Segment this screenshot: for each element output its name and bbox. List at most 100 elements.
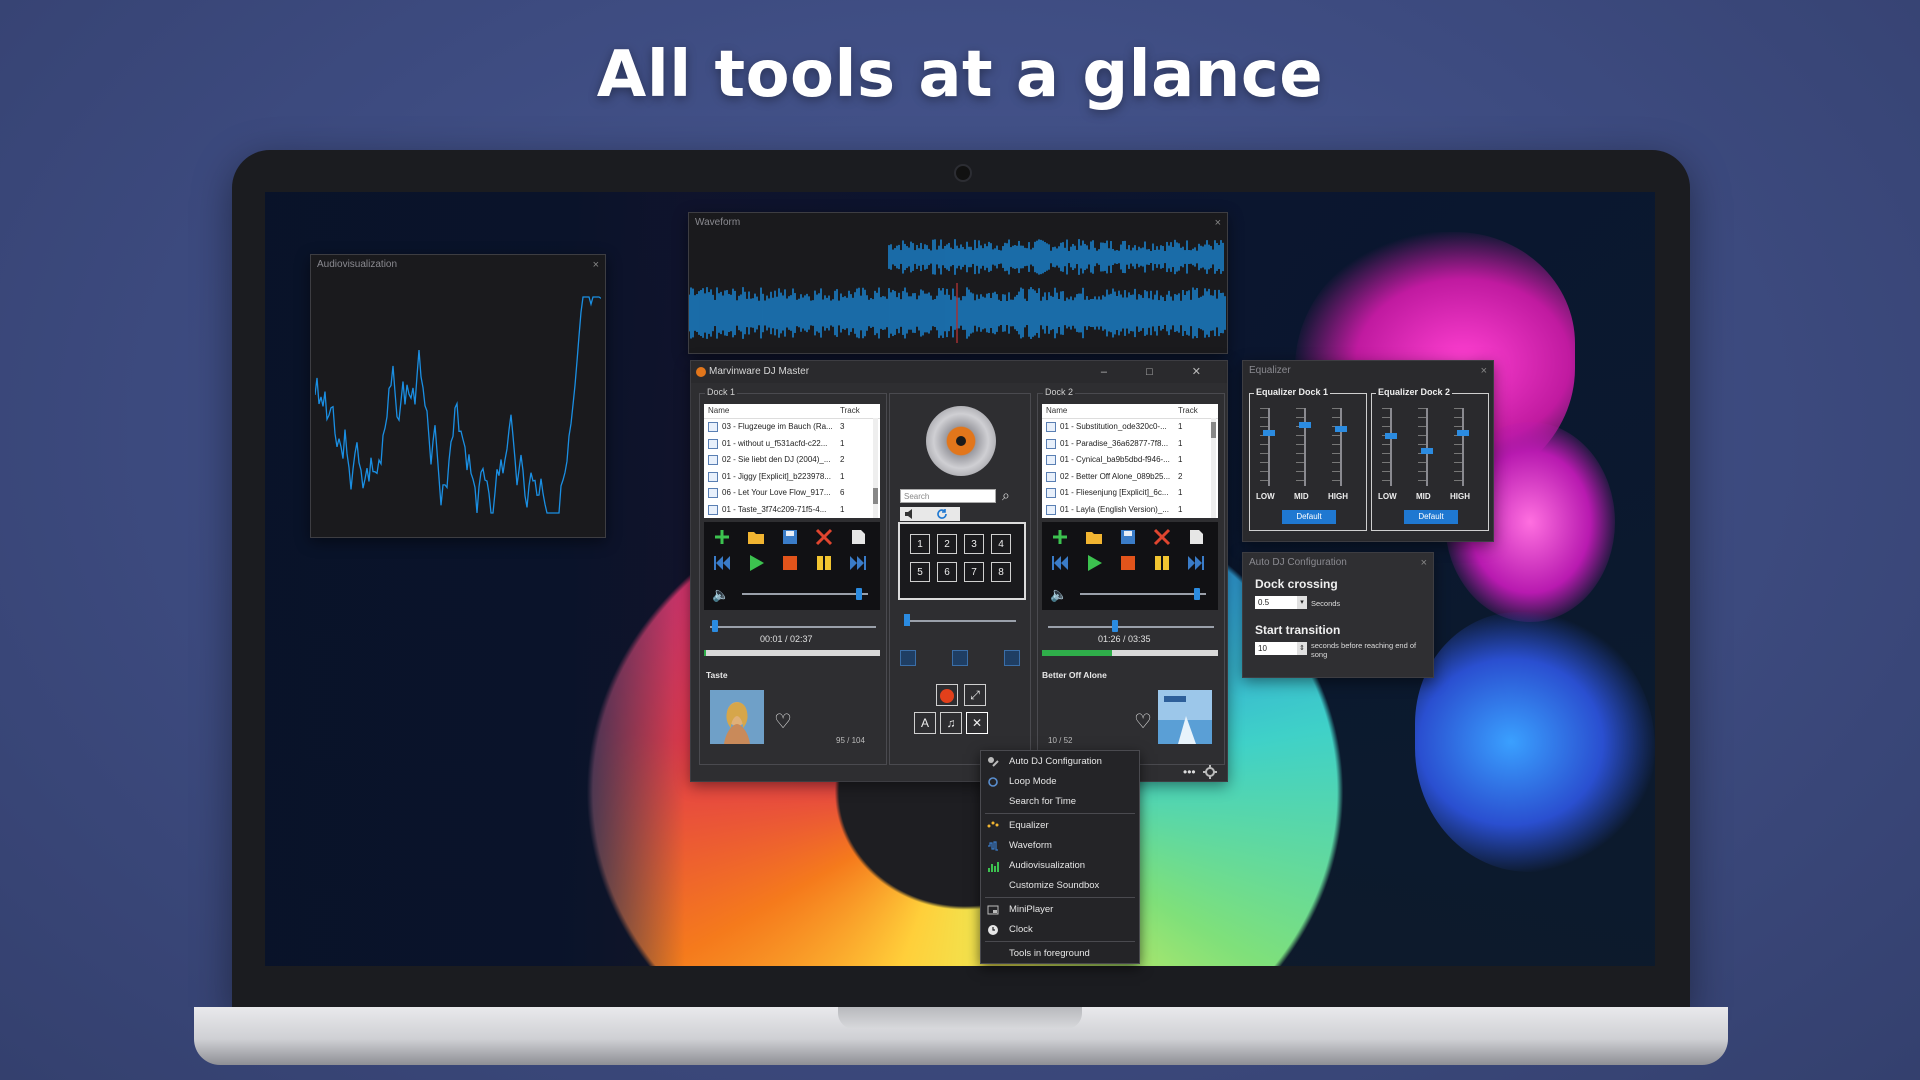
column-track[interactable]: Track [840,404,860,418]
waveform-window[interactable]: Waveform × [688,212,1228,354]
stop-icon[interactable] [780,554,800,572]
volume-slider-knob[interactable] [856,588,862,600]
speaker-icon[interactable]: 🔈 [1050,586,1070,602]
favorite-heart-icon[interactable]: ♡ [1134,712,1152,732]
soundbox-pad[interactable]: 1 [910,534,930,554]
soundbox-pad[interactable]: 3 [964,534,984,554]
refresh-icon[interactable] [936,508,948,520]
previous-icon[interactable] [712,554,732,572]
text-tool-icon[interactable]: A [914,712,936,734]
menu-item-auto-dj[interactable]: Auto DJ Configuration [981,753,1139,771]
volume-slider[interactable] [1080,593,1206,595]
main-title-bar[interactable]: Marvinware DJ Master – □ ✕ [691,361,1227,383]
soundbox-pad[interactable]: 6 [937,562,957,582]
start-transition-input[interactable]: 10 [1255,642,1297,655]
play-icon[interactable] [746,554,766,572]
track-list[interactable]: Name Track 03 - Flugzeuge im Bauch (Ra..… [704,404,880,518]
arrow-right-icon[interactable] [1004,650,1020,666]
menu-item-audiovisualization[interactable]: Audiovisualization [981,857,1139,875]
menu-item-miniplayer[interactable]: MiniPlayer [981,901,1139,919]
next-icon[interactable] [1186,554,1206,572]
table-row[interactable]: 01 - Taste_3f74c209-71f5-4... 1 [704,502,880,519]
soundbox-pad[interactable]: 4 [991,534,1011,554]
menu-item-customize-soundbox[interactable]: Customize Soundbox [981,877,1139,895]
track-list[interactable]: Name Track 01 - Substitution_ode320c0-..… [1042,404,1218,518]
column-track[interactable]: Track [1178,404,1198,418]
save-icon[interactable] [780,528,800,546]
tools-icon[interactable]: ✕ [966,712,988,734]
add-icon[interactable] [712,528,732,546]
play-icon[interactable] [1084,554,1104,572]
table-row[interactable]: 01 - Paradise_36a62877-7f8... 1 [1042,436,1218,453]
eq-knob-mid[interactable] [1421,447,1433,454]
previous-icon[interactable] [1050,554,1070,572]
table-row[interactable]: 01 - Substitution_ode320c0-... 1 [1042,419,1218,436]
column-name[interactable]: Name [708,404,729,418]
position-slider[interactable] [1048,626,1214,628]
table-row[interactable]: 01 - without u_f531acfd-c22... 1 [704,436,880,453]
pause-icon[interactable] [1152,554,1172,572]
position-slider[interactable] [710,626,876,628]
delete-icon[interactable] [814,528,834,546]
menu-item-equalizer[interactable]: Equalizer [981,817,1139,835]
eq-slider-low[interactable] [1268,408,1270,486]
arrow-left-icon[interactable] [900,650,916,666]
position-slider-knob[interactable] [711,620,718,632]
next-icon[interactable] [848,554,868,572]
audiovisualization-window[interactable]: Audiovisualization × [310,254,606,538]
search-icon[interactable]: ⌕ [1002,487,1010,504]
menu-item-clock[interactable]: Clock [981,921,1139,939]
save-icon[interactable] [1118,528,1138,546]
stop-icon[interactable] [1118,554,1138,572]
eq-slider-mid[interactable] [1304,408,1306,486]
menu-item-search-for-time[interactable]: Search for Time [981,793,1139,811]
soundbox-pad[interactable]: 7 [964,562,984,582]
eq-slider-low[interactable] [1390,408,1392,486]
eq-knob-low[interactable] [1385,433,1397,440]
close-icon[interactable]: × [1481,361,1487,381]
table-row[interactable]: 02 - Sie liebt den DJ (2004)_... 2 [704,452,880,469]
crossfader-slider[interactable] [904,620,1016,622]
table-row[interactable]: 02 - Better Off Alone_089b25... 2 [1042,469,1218,486]
folder-icon[interactable] [1084,528,1104,546]
column-name[interactable]: Name [1046,404,1067,418]
more-icon[interactable]: ••• [1183,765,1196,779]
spinner-icon[interactable]: ⇕ [1297,642,1307,655]
soundbox-tabs[interactable] [900,507,960,521]
pause-icon[interactable] [814,554,834,572]
table-row[interactable]: 01 - Layla (English Version)_... 1 [1042,502,1218,519]
auto-dj-config-window[interactable]: Auto DJ Configuration × Dock crossing 0.… [1242,552,1434,678]
fullscreen-icon[interactable]: ⤢ [964,684,986,706]
gear-icon[interactable] [1203,765,1217,779]
eq-slider-high[interactable] [1340,408,1342,486]
table-row[interactable]: 01 - Jiggy [Explicit]_b223978... 1 [704,469,880,486]
default-button[interactable]: Default [1404,510,1458,524]
table-row[interactable]: 06 - Let Your Love Flow_917... 6 [704,485,880,502]
position-slider-knob[interactable] [1112,620,1118,632]
scrollbar-thumb[interactable] [1211,422,1216,438]
volume-slider-knob[interactable] [1194,588,1200,600]
speaker-icon[interactable] [904,508,918,520]
eq-knob-low[interactable] [1263,429,1275,436]
add-icon[interactable] [1050,528,1070,546]
menu-item-tools-in-foreground[interactable]: Tools in foreground [981,945,1139,963]
menu-item-waveform[interactable]: Waveform [981,837,1139,855]
table-row[interactable]: 01 - Fliesenjung [Explicit]_6c... 1 [1042,485,1218,502]
close-icon[interactable]: × [1421,553,1427,573]
clear-list-icon[interactable] [848,528,868,546]
crossfader-knob[interactable] [904,614,910,626]
eq-knob-mid[interactable] [1299,422,1311,429]
scrollbar[interactable] [873,418,878,518]
table-row[interactable]: 01 - Cynical_ba9b5dbd-f946-... 1 [1042,452,1218,469]
eq-knob-high[interactable] [1335,426,1347,432]
eq-knob-high[interactable] [1457,429,1469,436]
search-input[interactable]: Search [900,489,996,503]
record-icon[interactable] [936,684,958,706]
window-controls[interactable]: – □ ✕ [1101,361,1219,383]
delete-icon[interactable] [1152,528,1172,546]
volume-slider[interactable] [742,593,868,595]
menu-item-loop-mode[interactable]: Loop Mode [981,773,1139,791]
eq-slider-high[interactable] [1462,408,1464,486]
soundbox-pad[interactable]: 5 [910,562,930,582]
default-button[interactable]: Default [1282,510,1336,524]
